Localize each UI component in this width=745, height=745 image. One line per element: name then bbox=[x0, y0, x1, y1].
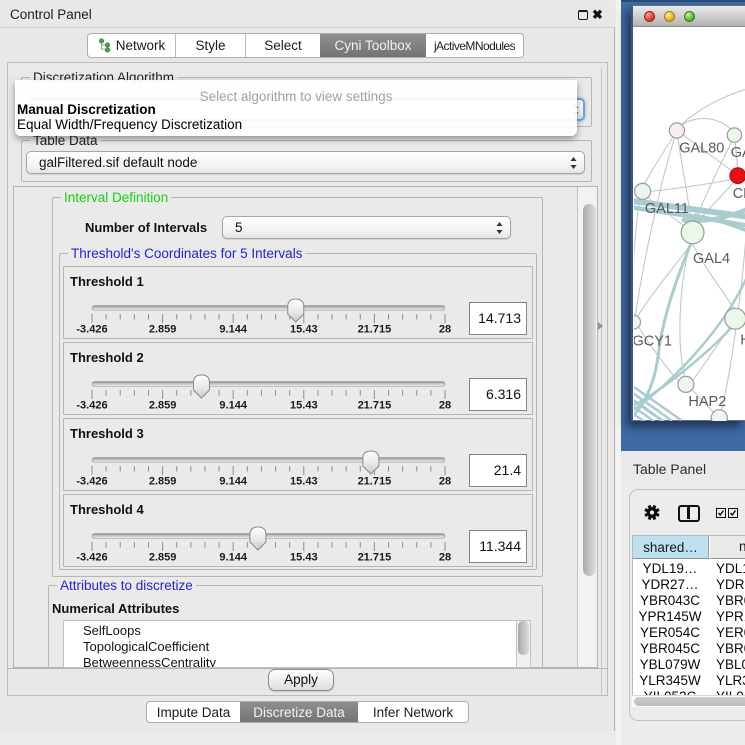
svg-text:GAL4: GAL4 bbox=[693, 251, 730, 267]
svg-text:2.859: 2.859 bbox=[149, 324, 177, 336]
svg-text:15.43: 15.43 bbox=[290, 400, 318, 412]
svg-text:28: 28 bbox=[439, 400, 451, 412]
svg-text:Threshold 3: Threshold 3 bbox=[70, 426, 144, 441]
svg-text:9.144: 9.144 bbox=[219, 552, 247, 564]
svg-text:-3.426: -3.426 bbox=[76, 552, 107, 564]
svg-text:15.43: 15.43 bbox=[290, 324, 318, 336]
svg-text:9.144: 9.144 bbox=[219, 324, 247, 336]
svg-text:Threshold 4: Threshold 4 bbox=[70, 502, 144, 517]
svg-text:GA: GA bbox=[731, 145, 745, 161]
svg-text:2.859: 2.859 bbox=[149, 552, 177, 564]
svg-text:9.144: 9.144 bbox=[219, 400, 247, 412]
svg-text:2.859: 2.859 bbox=[149, 400, 177, 412]
svg-text:15.43: 15.43 bbox=[290, 552, 318, 564]
svg-text:Threshold 2: Threshold 2 bbox=[70, 350, 144, 365]
svg-text:21.715: 21.715 bbox=[358, 400, 392, 412]
svg-text:15.43: 15.43 bbox=[290, 476, 318, 488]
svg-text:9.144: 9.144 bbox=[219, 476, 247, 488]
svg-text:GCY1: GCY1 bbox=[634, 334, 672, 350]
svg-text:-3.426: -3.426 bbox=[76, 324, 107, 336]
svg-text:Threshold 1: Threshold 1 bbox=[70, 274, 144, 289]
svg-text:-3.426: -3.426 bbox=[76, 400, 107, 412]
svg-text:21.715: 21.715 bbox=[358, 324, 392, 336]
svg-text:21.715: 21.715 bbox=[358, 476, 392, 488]
svg-text:28: 28 bbox=[439, 324, 451, 336]
svg-text:HAP2: HAP2 bbox=[688, 394, 726, 410]
svg-text:28: 28 bbox=[439, 552, 451, 564]
svg-text:2.859: 2.859 bbox=[149, 476, 177, 488]
svg-text:28: 28 bbox=[439, 476, 451, 488]
svg-text:GAL80: GAL80 bbox=[679, 141, 724, 157]
svg-text:HI: HI bbox=[740, 333, 745, 349]
svg-text:CD: CD bbox=[733, 186, 745, 202]
svg-text:GAL11: GAL11 bbox=[645, 201, 689, 217]
svg-text:21.715: 21.715 bbox=[358, 552, 392, 564]
svg-text:-3.426: -3.426 bbox=[76, 476, 107, 488]
